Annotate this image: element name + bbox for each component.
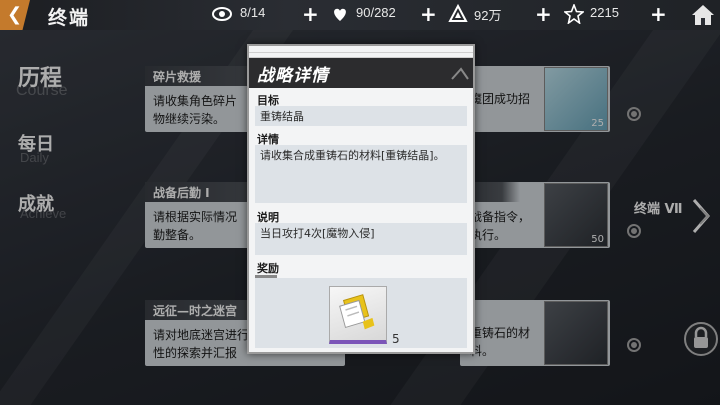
reward-item[interactable]: [329, 286, 387, 344]
resource-eye-value: 8/14: [240, 5, 266, 20]
note-value: 当日攻打4次[魔物入侵]: [255, 223, 467, 255]
resource-stamina-value: 90/282: [356, 5, 396, 20]
detail-value: 请收集合成重铸石的材料[重铸结晶]。: [255, 145, 467, 203]
corner-decoration-icon: [451, 67, 469, 80]
heart-hand-icon: [334, 8, 346, 21]
star-shard-icon: [564, 4, 584, 24]
back-button[interactable]: ❮: [0, 0, 30, 30]
reward-area: 5: [255, 278, 467, 348]
add-eye-button[interactable]: +: [302, 2, 319, 26]
reward-label: 奖励: [255, 262, 279, 278]
back-arrow-icon: ❮: [7, 4, 23, 25]
add-star-button[interactable]: +: [650, 2, 667, 26]
page-title: 终端: [48, 7, 91, 29]
resource-star-value: 2215: [590, 5, 619, 20]
strategy-detail-dialog: 战略详情 目标 重铸结晶 详情 请收集合成重铸石的材料[重铸结晶]。 说明 当日…: [247, 44, 475, 354]
crystal-card-icon: [339, 294, 375, 330]
target-value: 重铸结晶: [255, 106, 467, 126]
dialog-header: 战略详情: [249, 52, 473, 88]
triangle-crystal-icon: [448, 4, 468, 22]
reward-count: 5: [392, 332, 400, 346]
resource-coin-value: 92万: [474, 8, 502, 23]
home-icon[interactable]: [690, 3, 716, 27]
dialog-title: 战略详情: [257, 66, 329, 86]
add-coin-button[interactable]: +: [535, 2, 552, 26]
top-bar: ❮ 终端 8/14 + 90/282 + 92万 + 2215 +: [0, 0, 720, 30]
eye-icon: [212, 7, 232, 21]
add-stamina-button[interactable]: +: [420, 2, 437, 26]
